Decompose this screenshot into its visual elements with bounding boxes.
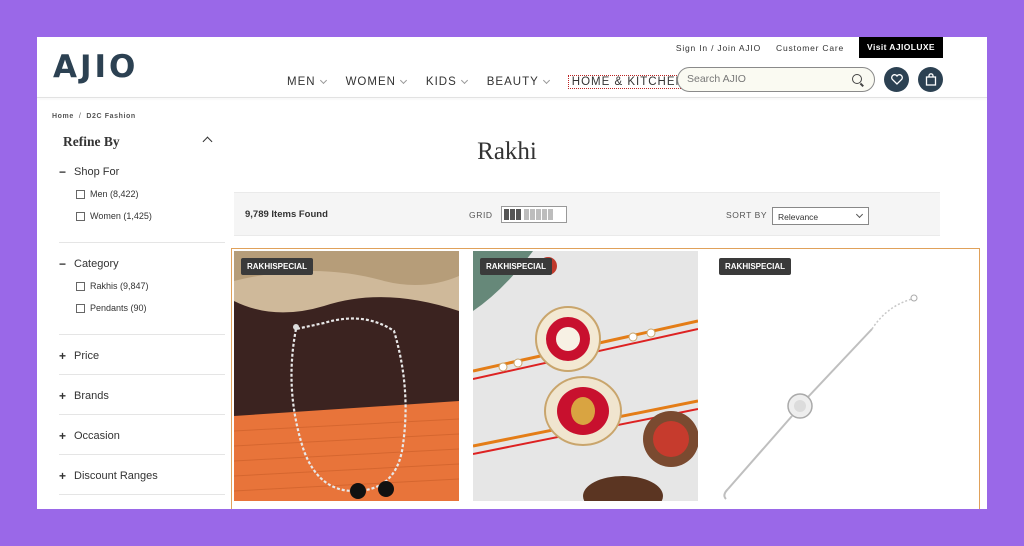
- grid-label: GRID: [469, 210, 493, 220]
- nav-label: BEAUTY: [486, 76, 539, 88]
- filter-divider: [59, 334, 225, 335]
- product-grid: RAKHISPECIAL RAKHISPECIAL RAKHISPECIAL: [231, 248, 980, 509]
- bag-button[interactable]: [918, 67, 943, 92]
- filter-label: Occasion: [74, 430, 120, 442]
- grid-3-icon[interactable]: [504, 209, 521, 220]
- sign-in-link[interactable]: Sign In / Join AJIO: [676, 43, 761, 53]
- filter-divider: [59, 374, 225, 375]
- sort-value: Relevance: [778, 212, 819, 222]
- header-divider: [37, 97, 987, 98]
- product-card[interactable]: RAKHISPECIAL: [473, 251, 698, 501]
- filter-label: Discount Ranges: [74, 470, 158, 482]
- filter-divider: [59, 454, 225, 455]
- shopping-bag-icon: [925, 73, 936, 86]
- nav-label: HOME & KITCHEN: [567, 75, 689, 89]
- wishlist-button[interactable]: [884, 67, 909, 92]
- results-toolbar: 9,789 Items Found GRID SORT BY Relevance: [234, 192, 940, 236]
- nav-beauty[interactable]: BEAUTY: [486, 71, 550, 93]
- filter-category[interactable]: − Category: [59, 257, 119, 271]
- filter-occasion[interactable]: + Occasion: [59, 429, 120, 443]
- breadcrumb-home[interactable]: Home: [52, 113, 74, 120]
- sort-label: SORT BY: [726, 210, 768, 220]
- plus-icon: +: [59, 389, 67, 403]
- nav-women[interactable]: WOMEN: [345, 71, 407, 93]
- grid-toggle[interactable]: [501, 206, 567, 223]
- product-card[interactable]: RAKHISPECIAL: [234, 251, 459, 501]
- minus-icon: −: [59, 257, 67, 271]
- grid-5-icon[interactable]: [524, 209, 553, 220]
- filter-price[interactable]: + Price: [59, 349, 99, 363]
- chevron-down-icon: [542, 76, 550, 85]
- search-input[interactable]: [687, 73, 847, 85]
- chevron-up-icon[interactable]: [202, 136, 213, 147]
- nav-label: KIDS: [425, 76, 457, 88]
- nav-label: MEN: [287, 76, 316, 88]
- filter-discount-ranges[interactable]: + Discount Ranges: [59, 469, 158, 483]
- chevron-down-icon: [319, 76, 327, 85]
- search-box[interactable]: [677, 67, 875, 92]
- chevron-down-icon: [399, 76, 407, 85]
- filter-label: Brands: [74, 390, 109, 402]
- search-icon[interactable]: [852, 74, 862, 84]
- plus-icon: +: [59, 349, 67, 363]
- filter-divider: [59, 242, 225, 243]
- product-badge: RAKHISPECIAL: [241, 258, 314, 275]
- filter-divider: [59, 494, 225, 495]
- main-nav: MEN WOMEN KIDS BEAUTY HOME & KITCHEN: [287, 71, 718, 93]
- minus-icon: −: [59, 165, 67, 179]
- product-badge: RAKHISPECIAL: [480, 258, 553, 275]
- visit-ajioluxe-button[interactable]: Visit AJIOLUXE: [859, 37, 943, 58]
- filter-option-pendants[interactable]: Pendants (90): [76, 303, 147, 313]
- filter-label: Category: [74, 258, 119, 270]
- plus-icon: +: [59, 429, 67, 443]
- breadcrumb-separator: /: [78, 113, 82, 120]
- filter-option-women[interactable]: Women (1,425): [76, 211, 152, 221]
- filter-option-rakhis[interactable]: Rakhis (9,847): [76, 281, 149, 291]
- option-label: Men (8,422): [90, 189, 139, 199]
- refine-title: Refine By: [63, 134, 120, 149]
- chevron-down-icon: [460, 76, 468, 85]
- product-card[interactable]: RAKHISPECIAL: [712, 251, 937, 501]
- sort-select[interactable]: Relevance: [772, 207, 869, 225]
- checkbox[interactable]: [76, 211, 85, 221]
- nav-label: WOMEN: [345, 76, 396, 88]
- checkbox[interactable]: [76, 281, 85, 291]
- breadcrumb: Home / D2C Fashion: [52, 113, 136, 120]
- filter-option-men[interactable]: Men (8,422): [76, 189, 139, 199]
- product-image: [234, 251, 459, 501]
- nav-men[interactable]: MEN: [287, 71, 327, 93]
- page-title: Rakhi: [477, 138, 537, 165]
- top-links: Sign In / Join AJIO Customer Care Visit …: [676, 37, 943, 58]
- plus-icon: +: [59, 469, 67, 483]
- chevron-down-icon: [855, 210, 864, 219]
- option-label: Pendants (90): [90, 303, 147, 313]
- filter-divider: [59, 414, 225, 415]
- product-image: [712, 251, 937, 501]
- checkbox[interactable]: [76, 189, 85, 199]
- option-label: Rakhis (9,847): [90, 281, 149, 291]
- page-frame: AJIO Sign In / Join AJIO Customer Care V…: [37, 37, 987, 509]
- heart-icon: [890, 74, 903, 85]
- breadcrumb-current[interactable]: D2C Fashion: [86, 113, 135, 120]
- items-found-count: 9,789 Items Found: [245, 209, 328, 220]
- checkbox[interactable]: [76, 303, 85, 313]
- filter-label: Price: [74, 350, 100, 362]
- customer-care-link[interactable]: Customer Care: [776, 43, 844, 53]
- nav-kids[interactable]: KIDS: [425, 71, 468, 93]
- filter-brands[interactable]: + Brands: [59, 389, 109, 403]
- filter-shop-for[interactable]: − Shop For: [59, 165, 119, 179]
- option-label: Women (1,425): [90, 211, 152, 221]
- product-badge: RAKHISPECIAL: [719, 258, 792, 275]
- filter-label: Shop For: [74, 166, 120, 178]
- product-image: [473, 251, 698, 501]
- ajio-logo[interactable]: AJIO: [53, 49, 138, 85]
